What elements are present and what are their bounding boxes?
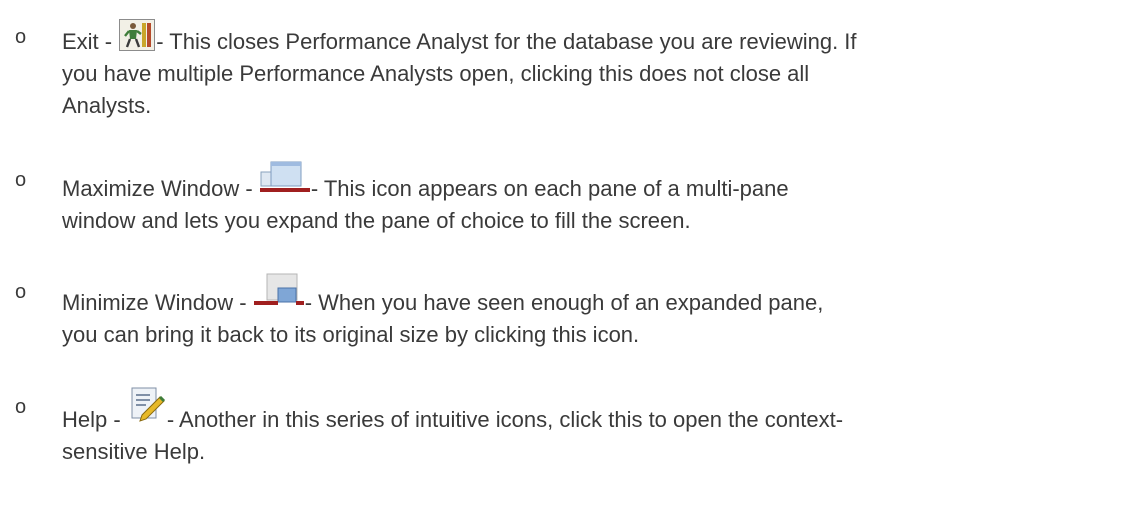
item-line: window and lets you expand the pane of c…	[62, 208, 691, 233]
item-text: Help - - Another in this series of intui…	[62, 371, 1102, 468]
item-description: - When you have seen enough of an expand…	[304, 290, 824, 315]
item-term: Help -	[62, 407, 121, 432]
help-icon	[128, 385, 166, 423]
item-line: Minimize Window - - When you have seen e…	[62, 258, 1102, 319]
item-line: Analysts.	[62, 93, 152, 118]
item-text: Maximize Window - - This icon appears on…	[62, 146, 1102, 237]
item-description: - This icon appears on each pane of a mu…	[310, 176, 789, 201]
item-description: - Another in this series of intuitive ic…	[166, 407, 844, 432]
item-text: Exit - - This closes Performance Analyst…	[62, 5, 1102, 122]
item-text: Minimize Window - - When you have seen e…	[62, 258, 1102, 351]
item-line: Help - - Another in this series of intui…	[62, 371, 1102, 436]
item-line: Exit - - This closes Performance Analyst…	[62, 5, 1102, 58]
bullet-marker: o	[15, 396, 27, 418]
bullet-marker: o	[15, 281, 27, 303]
minimize-window-icon	[253, 272, 304, 308]
item-term: Maximize Window -	[62, 176, 253, 201]
item-line: Maximize Window - - This icon appears on…	[62, 146, 1102, 205]
item-line: you can bring it back to its original si…	[62, 322, 640, 347]
item-line: sensitive Help.	[62, 439, 206, 464]
exit-icon	[119, 19, 156, 51]
item-line: you have multiple Performance Analysts o…	[62, 61, 810, 86]
bullet-marker: o	[15, 169, 27, 191]
item-term: Exit -	[62, 29, 113, 54]
item-description: - This closes Performance Analyst for th…	[156, 29, 857, 54]
maximize-window-icon	[259, 160, 310, 194]
bullet-marker: o	[15, 26, 27, 48]
item-term: Minimize Window -	[62, 290, 247, 315]
